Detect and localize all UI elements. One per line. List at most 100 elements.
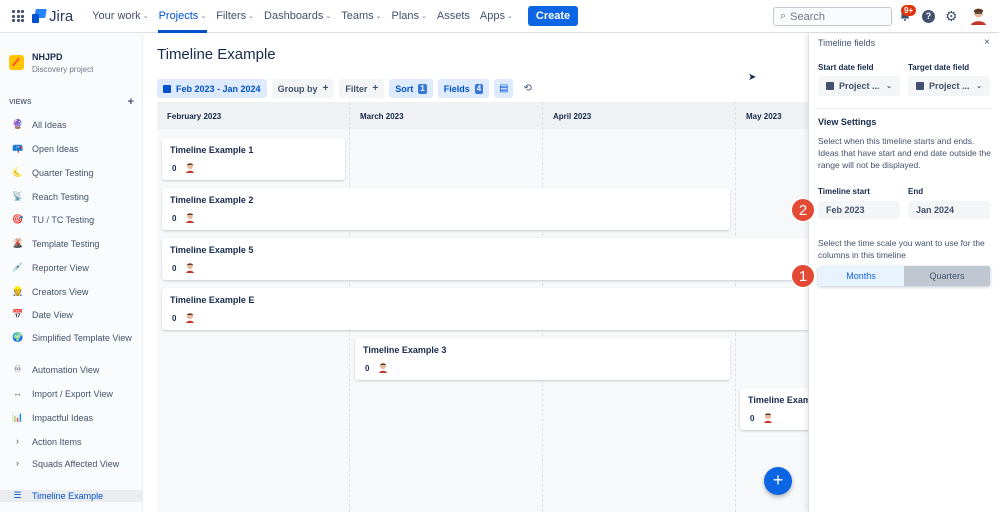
chevron-down-icon: ⌄ — [976, 83, 982, 90]
nav-projects[interactable]: Projects ⌄ — [154, 0, 212, 33]
assignee-avatar — [186, 163, 194, 173]
idea-title: Timeline Example 2 — [170, 195, 254, 205]
auto-arrange-icon[interactable]: ⟲ — [518, 79, 537, 98]
view-toolbar: Feb 2023 - Jan 2024 Group by + Filter + So… — [157, 79, 537, 98]
jira-logo-icon — [32, 9, 46, 23]
globe-icon: 🌍 — [12, 332, 24, 342]
nav-your-work[interactable]: Your work ⌄ — [87, 0, 153, 33]
month-header: February 2023 — [157, 102, 349, 129]
idea-card[interactable]: Timeline Example 4 0 — [740, 388, 808, 430]
calendar-icon — [826, 82, 834, 90]
fields-button[interactable]: Fields 4 — [437, 79, 490, 98]
sidebar-item-label: Simplified Template View — [32, 333, 132, 343]
chevron-right-icon: › — [16, 436, 19, 446]
sidebar-item-label: Automation View — [32, 365, 100, 375]
target-date-field-select[interactable]: Project ... ⌄ — [908, 76, 990, 96]
scale-quarters-option[interactable]: Quarters — [904, 266, 990, 286]
group-by-button[interactable]: Group by + — [271, 79, 335, 98]
notification-badge: 9+ — [901, 5, 917, 16]
search-input[interactable]: ⌕ Search — [773, 7, 892, 26]
sidebar-item-label: Open Ideas — [32, 144, 79, 154]
settings-gear-icon[interactable]: ⚙ — [945, 8, 958, 25]
idea-count: 0 — [750, 414, 755, 423]
satellite-icon: 📡 — [12, 191, 24, 201]
volcano-icon: 🌋 — [12, 238, 24, 248]
close-icon[interactable]: × — [984, 37, 990, 48]
project-sidebar: NHJPD Discovery project VIEWS + 🔮 All Ideas… — [0, 34, 143, 512]
sidebar-item-label: Template Testing — [32, 239, 100, 249]
timeline-end-field[interactable]: Jan 2024 — [908, 201, 990, 219]
idea-card[interactable]: Timeline Example 1 0 — [162, 138, 345, 180]
plus-icon: + — [322, 83, 329, 94]
sidebar-item-label: All Ideas — [32, 120, 67, 130]
nav-dashboards[interactable]: Dashboards ⌄ — [259, 0, 336, 33]
app-switcher-icon[interactable] — [12, 10, 24, 22]
divider — [818, 108, 990, 109]
chevron-down-icon: ⌄ — [142, 13, 149, 20]
idea-count: 0 — [172, 164, 177, 173]
month-header: April 2023 — [543, 102, 735, 129]
sidebar-item-label: Import / Export View — [32, 389, 113, 399]
scale-months-option[interactable]: Months — [818, 266, 904, 286]
idea-count: 0 — [365, 364, 370, 373]
sort-count-badge: 1 — [418, 83, 427, 94]
target-date-field-label: Target date field — [908, 63, 970, 72]
jira-logo[interactable]: Jira — [32, 8, 73, 25]
left-right-arrow-icon: ↔ — [13, 388, 22, 398]
idea-title: Timeline Example 3 — [363, 345, 447, 355]
project-header[interactable]: NHJPD Discovery project — [9, 52, 93, 74]
calendar-icon — [916, 82, 924, 90]
mailbox-icon: 📪 — [12, 143, 24, 153]
chevron-down-icon: ⌄ — [507, 13, 513, 20]
assignee-avatar — [186, 213, 194, 223]
chevron-down-icon: ⌄ — [375, 13, 382, 20]
calendar-icon: 📅 — [12, 309, 24, 319]
filter-button[interactable]: Filter + — [339, 79, 385, 98]
idea-count: 0 — [172, 264, 177, 273]
idea-card[interactable]: Timeline Example 5 0 — [162, 238, 808, 280]
end-label: End — [908, 187, 924, 196]
idea-card[interactable]: Timeline Example 3 0 — [355, 338, 730, 380]
range-help-text: Select when this timeline starts and end… — [818, 136, 991, 170]
idea-title: Timeline Example 4 — [748, 395, 808, 405]
nav-plans[interactable]: Plans ⌄ — [387, 0, 432, 33]
timeline-icon: ☰ — [13, 490, 22, 500]
sidebar-item-timeline-example[interactable]: ☰ Timeline Example — [0, 490, 142, 502]
assignee-avatar — [379, 363, 387, 373]
nav-assets[interactable]: Assets — [432, 0, 475, 33]
chevron-right-icon: › — [16, 458, 19, 468]
project-name: NHJPD — [32, 52, 63, 62]
card-layout-icon[interactable]: ▤ — [494, 79, 514, 98]
nav-filters[interactable]: Filters ⌄ — [211, 0, 259, 33]
add-view-plus-icon[interactable]: + — [128, 97, 134, 108]
nav-teams[interactable]: Teams ⌄ — [336, 0, 386, 33]
help-icon[interactable]: ? — [922, 10, 935, 23]
annotation-marker-1: 1 — [791, 264, 815, 288]
date-range-button[interactable]: Feb 2023 - Jan 2024 — [157, 79, 267, 98]
project-pencil-icon — [9, 55, 24, 70]
idea-card[interactable]: Timeline Example E 0 — [162, 288, 808, 330]
idea-card[interactable]: Timeline Example 2 0 — [162, 188, 730, 230]
assignee-avatar — [186, 263, 194, 273]
user-avatar[interactable] — [970, 7, 987, 25]
idea-title: Timeline Example 5 — [170, 245, 254, 255]
create-button[interactable]: Create — [527, 6, 579, 26]
timeline-start-field[interactable]: Feb 2023 — [818, 201, 900, 219]
mouse-cursor-icon: ➤ — [748, 72, 757, 83]
chevron-down-icon: ⌄ — [421, 13, 427, 20]
sidebar-item-label: Impactful Ideas — [32, 413, 94, 423]
scale-help-text: Select the time scale you want to use fo… — [818, 238, 985, 260]
bar-chart-icon: 📊 — [12, 412, 24, 422]
timeline-start-label: Timeline start — [818, 187, 870, 196]
idea-count: 0 — [172, 214, 177, 223]
start-date-field-label: Start date field — [818, 63, 874, 72]
target-icon: 🎯 — [12, 214, 24, 224]
nav-apps[interactable]: Apps ⌄ — [475, 0, 518, 33]
project-type: Discovery project — [32, 65, 94, 74]
sidebar-item-label: Squads Affected View — [32, 459, 120, 469]
sort-button[interactable]: Sort 1 — [389, 79, 433, 98]
views-section-header: VIEWS + — [9, 96, 134, 108]
add-idea-fab[interactable]: + — [764, 467, 792, 495]
start-date-field-select[interactable]: Project ... ⌄ — [818, 76, 900, 96]
sidebar-item-label: Creators View — [32, 287, 89, 297]
